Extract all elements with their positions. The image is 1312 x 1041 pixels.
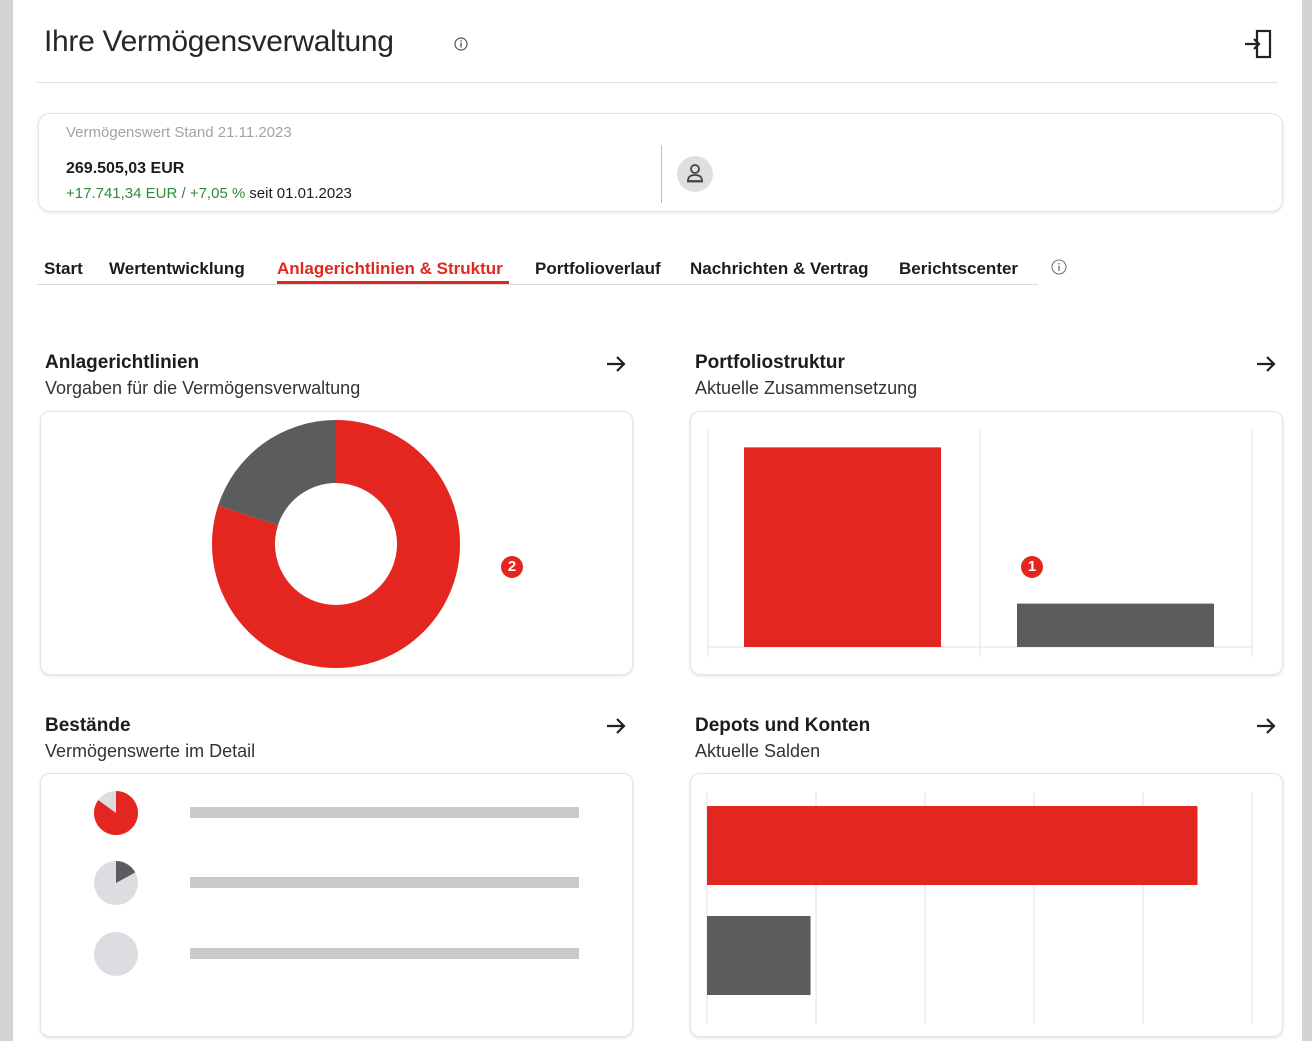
arrow-right-icon[interactable] (1255, 354, 1277, 374)
guidelines-donut-chart (212, 420, 460, 668)
tab-anlagerichtlinien-struktur[interactable]: Anlagerichtlinien & Struktur (277, 259, 503, 279)
bar (744, 447, 941, 647)
card-title: Anlagerichtlinien (45, 352, 200, 373)
card-title: Portfoliostruktur (695, 352, 845, 373)
card-header-bestaende: Bestände Vermögenswerte im Detail (45, 715, 255, 762)
holding-pie (94, 932, 138, 976)
guidelines-chart-card[interactable]: 2 (40, 411, 633, 675)
tab-wertentwicklung[interactable]: Wertentwicklung (109, 259, 245, 279)
tab-start[interactable]: Start (44, 259, 83, 279)
card-subtitle: Aktuelle Zusammensetzung (695, 378, 918, 398)
marker-badge: 2 (501, 556, 523, 578)
active-tab-indicator (277, 281, 509, 284)
page-title: Ihre Vermögensverwaltung (44, 25, 394, 58)
avatar[interactable] (677, 156, 713, 192)
accounts-card[interactable] (690, 773, 1283, 1037)
tab-bar: Start Wertentwicklung Anlagerichtlinien … (37, 252, 1038, 285)
holding-pie (94, 791, 138, 835)
card-title: Depots und Konten (695, 715, 871, 736)
tab-nachrichten-vertrag[interactable]: Nachrichten & Vertrag (690, 259, 869, 279)
card-subtitle: Aktuelle Salden (695, 741, 821, 761)
placeholder-line (190, 877, 579, 888)
bar (707, 916, 811, 995)
tab-portfolioverlauf[interactable]: Portfolioverlauf (535, 259, 661, 279)
card-title: Bestände (45, 715, 131, 736)
asset-change-since: seit 01.01.2023 (249, 185, 352, 202)
info-icon[interactable] (1051, 259, 1067, 275)
portfolio-bar-chart (707, 430, 1253, 657)
logout-icon[interactable] (1242, 28, 1274, 60)
holdings-card[interactable] (40, 773, 633, 1037)
portfolio-structure-card[interactable]: 1 (690, 411, 1283, 675)
person-icon (687, 164, 703, 183)
asset-change: +17.741,34 EUR / +7,05 % (66, 185, 246, 202)
page-header: Ihre Vermögensverwaltung (37, 0, 1278, 83)
divider (661, 145, 662, 203)
card-header-portfoliostruktur: Portfoliostruktur Aktuelle Zusammensetzu… (695, 352, 917, 399)
card-header-anlagerichtlinien: Anlagerichtlinien Vorgaben für die Vermö… (45, 352, 360, 399)
holdings-list-graphic (94, 791, 579, 976)
tab-berichtscenter[interactable]: Berichtscenter (899, 259, 1018, 279)
asset-value: 269.505,03 EUR (66, 160, 185, 177)
asset-summary-card: Vermögenswert Stand 21.11.2023 269.505,0… (38, 113, 1283, 212)
card-subtitle: Vorgaben für die Vermögensverwaltung (45, 378, 361, 398)
pie-background (94, 932, 138, 976)
placeholder-line (190, 948, 579, 959)
card-subtitle: Vermögenswerte im Detail (45, 741, 256, 761)
donut-slice (218, 420, 336, 526)
card-header-depots: Depots und Konten Aktuelle Salden (695, 715, 870, 762)
placeholder-line (190, 807, 579, 818)
bar (1017, 603, 1214, 647)
asset-change-line: +17.741,34 EUR / +7,05 % seit 01.01.2023 (66, 185, 352, 202)
app-window: Ihre Vermögensverwaltung Vermögenswert S… (13, 0, 1302, 1041)
arrow-right-icon[interactable] (605, 354, 627, 374)
accounts-bar-chart (706, 792, 1253, 1024)
info-icon[interactable] (454, 37, 468, 51)
asset-value-date: Vermögenswert Stand 21.11.2023 (66, 124, 292, 141)
arrow-right-icon[interactable] (1255, 716, 1277, 736)
bar (707, 806, 1198, 885)
holding-pie (94, 861, 138, 905)
arrow-right-icon[interactable] (605, 716, 627, 736)
marker-badge: 1 (1021, 556, 1043, 578)
